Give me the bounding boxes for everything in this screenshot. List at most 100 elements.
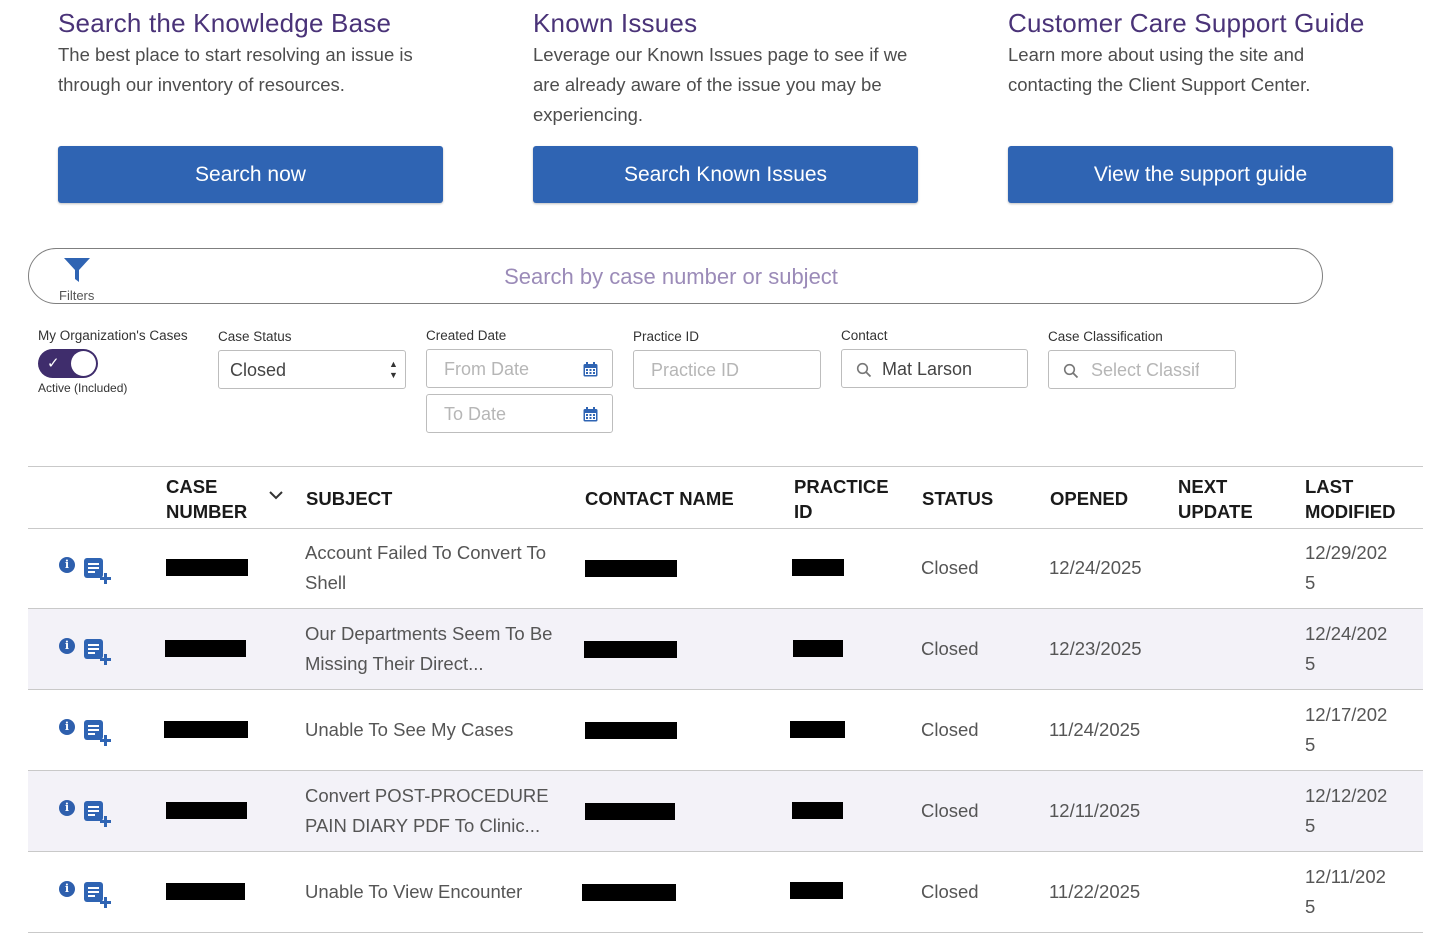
column-header-case-number[interactable]: CASE NUMBER	[166, 474, 247, 524]
column-header-opened[interactable]: OPENED	[1050, 486, 1128, 511]
redacted-contact-name	[585, 803, 675, 820]
table-row[interactable]: i Unable To View Encounter Closed 11/22/…	[28, 852, 1423, 933]
last-modified-cell: 12/12/202 5	[1305, 781, 1387, 841]
search-now-button[interactable]: Search now	[58, 146, 443, 203]
add-note-icon[interactable]	[83, 637, 113, 667]
add-note-icon[interactable]	[83, 556, 113, 586]
date-line: 5	[1305, 572, 1316, 593]
magnifier-icon	[856, 362, 872, 378]
subject-line: Account Failed To Convert To	[305, 542, 546, 563]
magnifier-icon	[1063, 363, 1079, 379]
case-search-input[interactable]	[149, 257, 1193, 297]
table-row[interactable]: i Unable To See My Cases Closed 11/24/20…	[28, 690, 1423, 771]
filters-button[interactable]: Filters	[53, 253, 103, 303]
add-note-icon[interactable]	[83, 799, 113, 829]
my-org-cases-toggle[interactable]: ✓	[38, 349, 98, 378]
table-row[interactable]: i Our Departments Seem To Be Missing The…	[28, 609, 1423, 690]
subject-line: Shell	[305, 572, 347, 593]
header-line: MODIFIED	[1305, 501, 1396, 522]
to-date-input[interactable]	[442, 395, 576, 434]
from-date-input[interactable]	[442, 350, 576, 389]
calendar-icon[interactable]	[583, 407, 598, 422]
redacted-case-number	[166, 559, 248, 576]
case-status-select[interactable]: Closed ▲ ▼	[218, 350, 406, 389]
redacted-practice-id	[792, 802, 843, 819]
contact-label: Contact	[841, 328, 888, 343]
table-row[interactable]: i Account Failed To Convert To Shell Clo…	[28, 528, 1423, 609]
opened-cell: 11/24/2025	[1049, 719, 1141, 740]
card-description: Learn more about using the site and cont…	[1008, 44, 1311, 95]
subject-line: Unable To See My Cases	[305, 719, 514, 740]
redacted-practice-id	[790, 882, 843, 899]
card-title: Known Issues	[533, 8, 698, 38]
case-status-value: Closed	[230, 360, 287, 380]
column-header-last-modified[interactable]: LAST MODIFIED	[1305, 474, 1395, 524]
card-known-issues: Known Issues Leverage our Known Issues p…	[533, 6, 933, 130]
column-header-subject[interactable]: SUBJECT	[306, 486, 392, 511]
date-line: 12/11/202	[1305, 866, 1386, 887]
practice-id-input[interactable]	[649, 351, 813, 390]
column-header-status[interactable]: STATUS	[922, 486, 993, 511]
status-cell: Closed	[921, 719, 979, 740]
view-support-guide-button[interactable]: View the support guide	[1008, 146, 1393, 203]
redacted-case-number	[165, 640, 246, 657]
case-classification-input[interactable]	[1089, 351, 1201, 390]
from-date-field[interactable]	[426, 349, 613, 389]
contact-field[interactable]: Mat Larson	[841, 349, 1028, 388]
opened-cell: 12/24/2025	[1049, 557, 1142, 578]
add-note-icon[interactable]	[83, 880, 113, 910]
contact-value: Mat Larson	[882, 359, 973, 379]
card-title: Search the Knowledge Base	[58, 8, 392, 38]
card-description: The best place to start resolving an iss…	[58, 44, 413, 95]
filters-label: Filters	[59, 288, 95, 303]
column-header-contact-name[interactable]: CONTACT NAME	[585, 486, 734, 511]
header-line: ID	[794, 501, 813, 522]
card-title: Customer Care Support Guide	[1008, 8, 1365, 38]
chevron-down-icon[interactable]	[268, 489, 284, 501]
redacted-contact-name	[585, 722, 677, 739]
info-icon[interactable]: i	[59, 800, 75, 816]
info-icon[interactable]: i	[59, 638, 75, 654]
header-line: UPDATE	[1178, 501, 1253, 522]
info-icon[interactable]: i	[59, 719, 75, 735]
header-line: NUMBER	[166, 501, 248, 522]
subject-cell[interactable]: Our Departments Seem To Be Missing Their…	[305, 619, 552, 679]
subject-cell[interactable]: Unable To View Encounter	[305, 877, 522, 907]
card-knowledge-base: Search the Knowledge Base The best place…	[58, 6, 458, 100]
practice-id-field[interactable]	[633, 350, 821, 390]
date-line: 12/12/202	[1305, 785, 1388, 806]
card-description: Leverage our Known Issues page to see if…	[533, 44, 908, 125]
subject-cell[interactable]: Account Failed To Convert To Shell	[305, 538, 546, 598]
opened-cell: 12/23/2025	[1049, 638, 1142, 659]
column-header-next-update[interactable]: NEXT UPDATE	[1178, 474, 1253, 524]
last-modified-cell: 12/24/202 5	[1305, 619, 1387, 679]
case-classification-label: Case Classification	[1048, 329, 1163, 344]
case-classification-field[interactable]	[1048, 350, 1236, 390]
practice-id-label: Practice ID	[633, 329, 700, 344]
button-label: View the support guide	[1093, 162, 1308, 186]
last-modified-cell: 12/11/202 5	[1305, 862, 1386, 922]
button-label: Search Known Issues	[623, 162, 828, 186]
search-known-issues-button[interactable]: Search Known Issues	[533, 146, 918, 203]
subject-cell[interactable]: Convert POST-PROCEDURE PAIN DIARY PDF To…	[305, 781, 549, 841]
status-cell: Closed	[921, 638, 979, 659]
subject-line: Unable To View Encounter	[305, 881, 523, 902]
last-modified-cell: 12/17/202 5	[1305, 700, 1387, 760]
redacted-case-number	[166, 883, 245, 900]
subject-cell[interactable]: Unable To See My Cases	[305, 715, 513, 745]
redacted-case-number	[164, 721, 248, 738]
status-cell: Closed	[921, 557, 979, 578]
spinner-arrows-icon: ▲ ▼	[389, 359, 398, 380]
info-icon[interactable]: i	[59, 881, 75, 897]
calendar-icon[interactable]	[583, 362, 598, 377]
date-line: 5	[1305, 653, 1316, 674]
header-line: CASE	[166, 476, 218, 497]
column-header-practice-id[interactable]: PRACTICE ID	[794, 474, 889, 524]
to-date-field[interactable]	[426, 394, 613, 434]
toggle-caption: Active (Included)	[38, 381, 128, 395]
checkmark-icon: ✓	[47, 355, 60, 372]
date-line: 12/24/202	[1305, 623, 1388, 644]
info-icon[interactable]: i	[59, 557, 75, 573]
add-note-icon[interactable]	[83, 718, 113, 748]
table-row[interactable]: i Convert POST-PROCEDURE PAIN DIARY PDF …	[28, 771, 1423, 852]
